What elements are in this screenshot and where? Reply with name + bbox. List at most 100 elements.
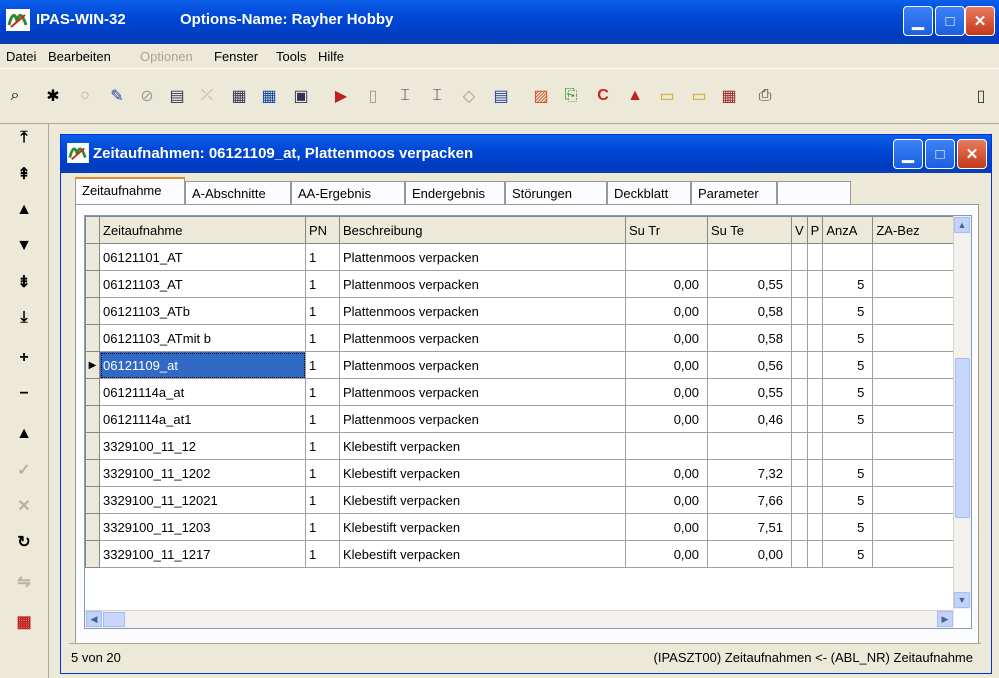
cell-v[interactable] [791, 297, 808, 325]
scroll-left-icon[interactable]: ◀ [86, 611, 102, 627]
next-icon[interactable]: ▶ [328, 83, 354, 109]
col-header-zeitaufnahme[interactable]: Zeitaufnahme [99, 216, 306, 244]
cell-anza[interactable]: 5 [822, 540, 874, 568]
close-button[interactable]: ✕ [965, 6, 995, 36]
table-row[interactable]: 3329100_11_1202 1 Klebestift verpacken 0,00… [85, 459, 964, 487]
cell-p[interactable] [806, 513, 824, 541]
table-row[interactable]: 06121114a_at1 1 Plattenmoos verpacken 0,00 0… [85, 405, 964, 433]
cell-su-te[interactable]: 7,51 [707, 513, 792, 541]
cell-za-bez[interactable] [872, 459, 964, 487]
cell-beschreibung[interactable]: Plattenmoos verpacken [339, 405, 626, 433]
copy-icon[interactable]: ⎘ [558, 83, 584, 109]
cell-su-te[interactable]: 7,66 [707, 486, 792, 514]
cell-su-tr[interactable]: 0,00 [625, 297, 708, 325]
child-maximize-button[interactable]: □ [925, 139, 955, 169]
horizontal-scrollbar[interactable]: ◀ ▶ [85, 610, 954, 628]
col-header-beschreibung[interactable]: Beschreibung [339, 216, 626, 244]
doc-icon[interactable]: ▯ [360, 83, 386, 109]
scroll-right-icon[interactable]: ▶ [937, 611, 953, 627]
cell-p[interactable] [806, 351, 824, 379]
cell-anza[interactable] [822, 243, 874, 271]
cell-v[interactable] [791, 405, 808, 433]
tab-parameter[interactable]: Parameter [691, 181, 777, 204]
tab-a-abschnitte[interactable]: A-Abschnitte [185, 181, 291, 204]
link-icon[interactable]: ⊘ [134, 83, 160, 109]
tab-endergebnis[interactable]: Endergebnis [405, 181, 505, 204]
cell-anza[interactable]: 5 [822, 459, 874, 487]
delete-record-icon[interactable]: − [12, 382, 36, 406]
cell-pn[interactable]: 1 [305, 270, 340, 298]
table-row[interactable]: 06121103_ATmit b 1 Plattenmoos verpacken 0,… [85, 324, 964, 352]
cell-su-te[interactable]: 0,55 [707, 270, 792, 298]
menu-optionen[interactable]: Optionen [140, 49, 193, 64]
table-row[interactable]: 06121114a_at 1 Plattenmoos verpacken 0,00 0,… [85, 378, 964, 406]
cell-su-tr[interactable]: 0,00 [625, 324, 708, 352]
folder-icon[interactable]: ▭ [686, 83, 712, 109]
cell-su-te[interactable]: 0,56 [707, 351, 792, 379]
horizontal-scroll-thumb[interactable] [103, 612, 125, 627]
graph-icon[interactable]: ▲ [622, 83, 648, 109]
cell-v[interactable] [791, 270, 808, 298]
cell-beschreibung[interactable]: Klebestift verpacken [339, 540, 626, 568]
cell-pn[interactable]: 1 [305, 432, 340, 460]
child-close-button[interactable]: ✕ [957, 139, 987, 169]
insert-record-icon[interactable]: + [12, 346, 36, 370]
structure-icon[interactable]: ⌶ [424, 83, 450, 109]
cell-zeitaufnahme[interactable]: 06121103_AT [99, 270, 306, 298]
cell-p[interactable] [806, 486, 824, 514]
cell-v[interactable] [791, 486, 808, 514]
table-row[interactable]: 06121101_AT 1 Plattenmoos verpacken [85, 243, 964, 271]
cell-za-bez[interactable] [872, 405, 964, 433]
col-header-su-tr[interactable]: Su Tr [625, 216, 708, 244]
row-indicator[interactable] [85, 432, 100, 460]
cell-v[interactable] [791, 378, 808, 406]
table-row[interactable]: 06121103_AT 1 Plattenmoos verpacken 0,00 0,5… [85, 270, 964, 298]
cell-pn[interactable]: 1 [305, 378, 340, 406]
cell-zeitaufnahme[interactable]: 06121103_ATmit b [99, 324, 306, 352]
cell-su-te[interactable]: 0,46 [707, 405, 792, 433]
col-header-za-bez[interactable]: ZA-Bez [872, 216, 964, 244]
cell-zeitaufnahme[interactable]: 3329100_11_1217 [99, 540, 306, 568]
cell-anza[interactable]: 5 [822, 297, 874, 325]
cell-zeitaufnahme[interactable]: 3329100_11_12 [99, 432, 306, 460]
cell-pn[interactable]: 1 [305, 513, 340, 541]
cell-v[interactable] [791, 513, 808, 541]
row-indicator[interactable] [85, 324, 100, 352]
tab-stoerungen[interactable]: Störungen [505, 181, 607, 204]
calculator-icon[interactable]: ▦ [226, 83, 252, 109]
cell-p[interactable] [806, 540, 824, 568]
refresh-icon[interactable]: ↻ [12, 530, 36, 554]
table-row[interactable]: 3329100_11_1203 1 Klebestift verpacken 0,00… [85, 513, 964, 541]
cell-pn[interactable]: 1 [305, 297, 340, 325]
cell-p[interactable] [806, 324, 824, 352]
cell-p[interactable] [806, 405, 824, 433]
row-indicator[interactable] [85, 378, 100, 406]
cell-zeitaufnahme[interactable]: 06121114a_at1 [99, 405, 306, 433]
cell-za-bez[interactable] [872, 297, 964, 325]
share-icon[interactable]: ⇋ [12, 570, 36, 594]
confirm-icon[interactable]: ✓ [12, 458, 36, 482]
cell-su-te[interactable]: 0,55 [707, 378, 792, 406]
exit-app-icon[interactable]: ▦ [12, 610, 36, 634]
cell-anza[interactable]: 5 [822, 486, 874, 514]
cell-pn[interactable]: 1 [305, 540, 340, 568]
cell-za-bez[interactable] [872, 378, 964, 406]
cell-anza[interactable]: 5 [822, 405, 874, 433]
scroll-down-icon[interactable]: ▼ [954, 592, 970, 608]
next-record-icon[interactable]: ▼ [12, 234, 36, 258]
calendar-icon[interactable]: ▦ [716, 83, 742, 109]
report-icon[interactable]: ⤫ [194, 83, 220, 109]
tab-deckblatt[interactable]: Deckblatt [607, 181, 691, 204]
cell-zeitaufnahme[interactable]: 3329100_11_1202 [99, 459, 306, 487]
row-indicator[interactable] [85, 540, 100, 568]
cell-p[interactable] [806, 243, 824, 271]
cell-za-bez[interactable] [872, 324, 964, 352]
table-row[interactable]: ▶ 06121109_at 1 Plattenmoos verpacken 0,00 0,… [85, 351, 964, 379]
table-row[interactable]: 3329100_11_12021 1 Klebestift verpacken 0,0… [85, 486, 964, 514]
menu-tools[interactable]: Tools [276, 49, 306, 64]
cell-su-tr[interactable]: 0,00 [625, 513, 708, 541]
folder-up-icon[interactable]: ▭ [654, 83, 680, 109]
row-indicator[interactable] [85, 243, 100, 271]
cell-pn[interactable]: 1 [305, 324, 340, 352]
cell-su-te[interactable]: 0,58 [707, 297, 792, 325]
